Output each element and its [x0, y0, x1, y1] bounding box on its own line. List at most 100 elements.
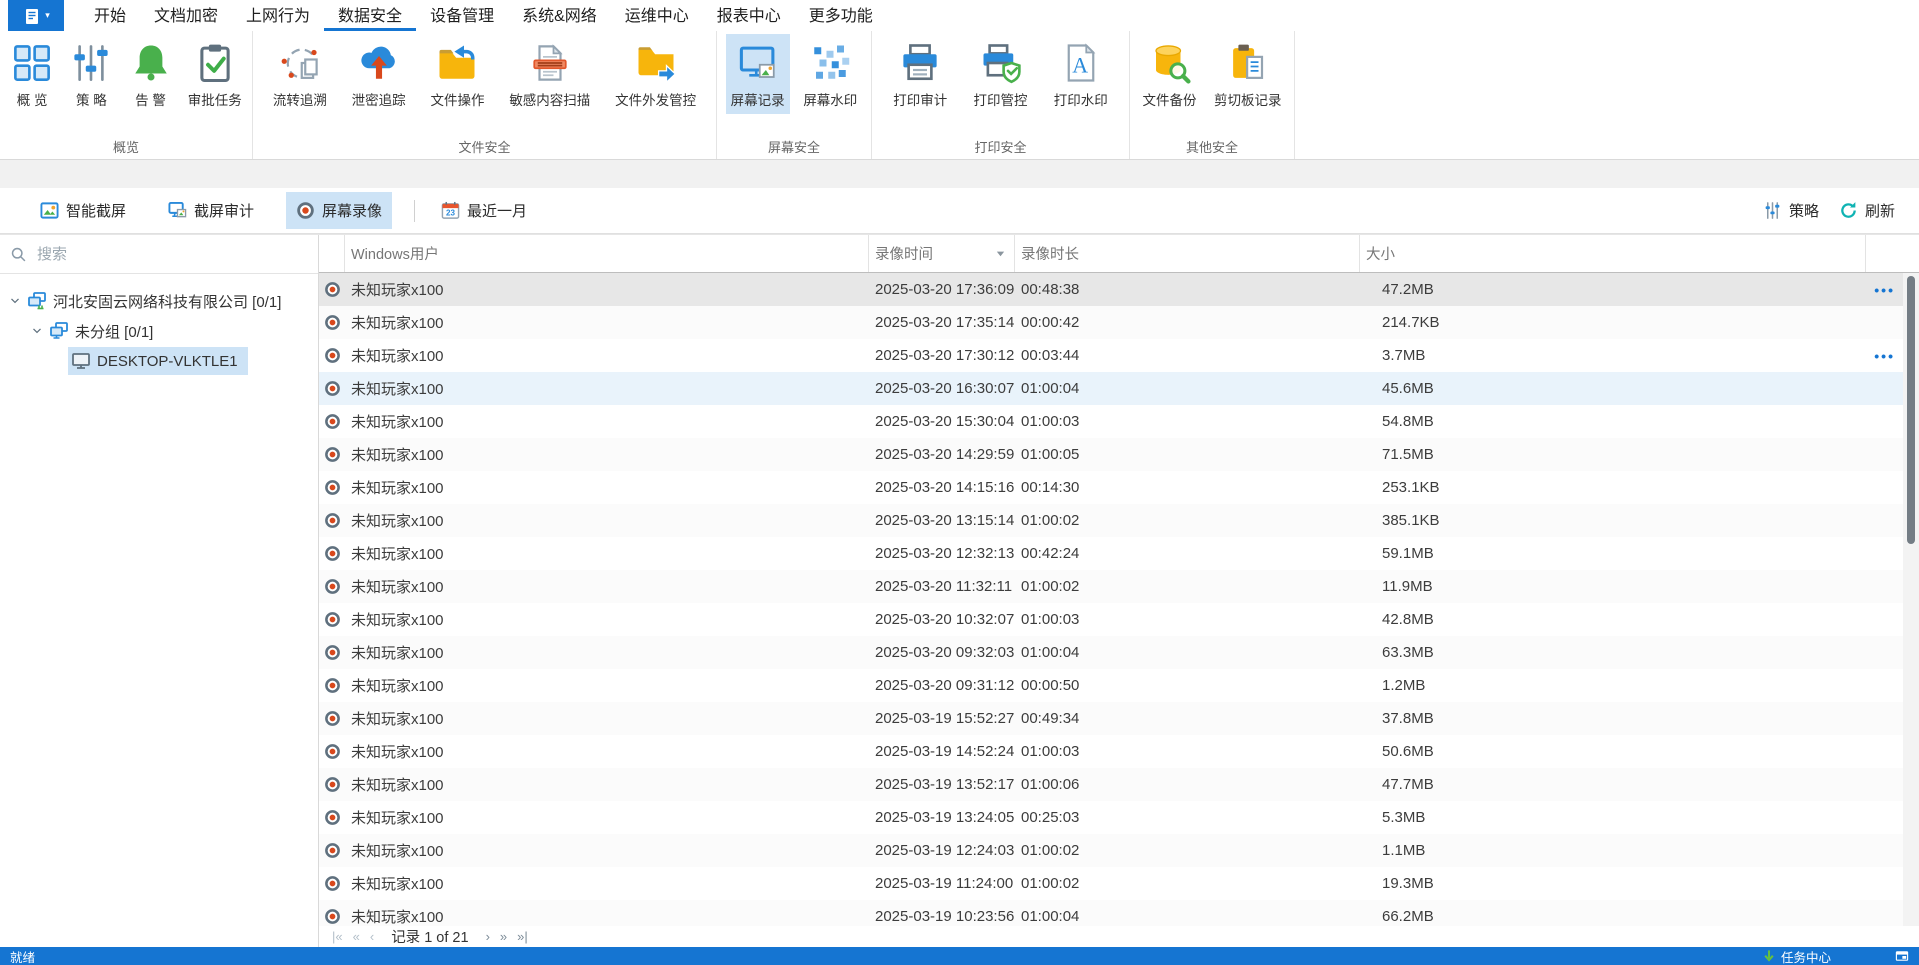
search-box[interactable] [0, 235, 318, 274]
cell-user: 未知玩家x100 [351, 744, 444, 761]
tree-row-2[interactable]: DESKTOP-VLKTLE1 [0, 346, 318, 376]
cell-size: 54.8MB [1382, 413, 1434, 430]
pagination-label: 记录 1 of 21 [391, 930, 469, 946]
ribbon-item-label: 剪切板记录 [1214, 93, 1282, 108]
pager-next-fast-button[interactable]: » [495, 930, 512, 943]
ribbon-item-label: 文件外发管控 [615, 93, 697, 108]
app-menu-button[interactable]: ▾ [8, 0, 64, 31]
task-center-button[interactable]: 任务中心 [1762, 947, 1831, 965]
toolbar-button-smart-capture[interactable]: 智能截屏 [30, 192, 136, 229]
ribbon-item-print-watermark[interactable]: A 打印水印 [1049, 34, 1113, 114]
table-row[interactable]: 未知玩家x100 2025-03-20 11:32:11 01:00:02 11.9M… [319, 570, 1919, 603]
row-actions-button[interactable]: ••• [1874, 283, 1895, 297]
policy-small-icon [1763, 201, 1782, 220]
ribbon-group-label: 屏幕安全 [767, 140, 820, 155]
table-row[interactable]: 未知玩家x100 2025-03-20 10:32:07 01:00:03 42.8M… [319, 603, 1919, 636]
ribbon-item-file-op[interactable]: 文件操作 [425, 34, 489, 114]
ribbon-item-content-scan[interactable]: 敏感内容扫描 [504, 34, 595, 114]
ribbon-item-alert[interactable]: 告 警 [124, 34, 178, 114]
table-row[interactable]: 未知玩家x100 2025-03-19 15:52:27 00:49:34 37.8M… [319, 702, 1919, 735]
table-row[interactable]: 未知玩家x100 2025-03-20 16:30:07 01:00:04 45.6M… [319, 372, 1919, 405]
table-row[interactable]: 未知玩家x100 2025-03-20 14:15:16 00:14:30 253.1… [319, 471, 1919, 504]
ribbon-item-file-backup[interactable]: 文件备份 [1138, 34, 1202, 114]
table-row[interactable]: 未知玩家x100 2025-03-19 12:24:03 01:00:02 1.1MB [319, 834, 1919, 867]
table-row[interactable]: 未知玩家x100 2025-03-20 13:15:14 01:00:02 385.1… [319, 504, 1919, 537]
ribbon-group-3: 打印审计 打印管控 A 打印水印 打印安全 [872, 31, 1130, 159]
pager-last-button[interactable]: »| [512, 930, 533, 943]
panel-icon[interactable] [1895, 949, 1909, 963]
table-row[interactable]: 未知玩家x100 2025-03-19 13:24:05 00:25:03 5.3MB [319, 801, 1919, 834]
tree-expand-toggle[interactable] [6, 292, 24, 310]
capture-audit-icon [168, 201, 187, 220]
menu-tab-0[interactable]: 开始 [80, 0, 140, 31]
tree-node-0[interactable]: 河北安固云网络科技有限公司 [0/1] [24, 287, 291, 316]
tree-node-2[interactable]: DESKTOP-VLKTLE1 [68, 347, 248, 375]
pager-prev-fast-button[interactable]: « [348, 930, 365, 943]
ribbon-item-approval[interactable]: 审批任务 [183, 34, 247, 114]
row-actions-button[interactable]: ••• [1874, 349, 1895, 363]
record-icon [319, 347, 345, 364]
toolbar-button-refresh[interactable]: 刷新 [1831, 192, 1903, 229]
table-row[interactable]: 未知玩家x100 2025-03-20 17:30:12 00:03:44 3.7MB… [319, 339, 1919, 372]
ribbon-item-print-audit[interactable]: 打印审计 [888, 34, 952, 114]
column-header-1[interactable]: 录像时间 [869, 235, 1015, 272]
cell-size: 47.2MB [1382, 281, 1434, 298]
content-scan-icon [528, 40, 572, 86]
ribbon-item-clipboard-record[interactable]: 剪切板记录 [1209, 34, 1287, 114]
table-row[interactable]: 未知玩家x100 2025-03-20 12:32:13 00:42:24 59.1M… [319, 537, 1919, 570]
vertical-scrollbar[interactable] [1903, 273, 1919, 926]
menu-tab-8[interactable]: 更多功能 [795, 0, 887, 31]
table-row[interactable]: 未知玩家x100 2025-03-20 09:31:12 00:00:50 1.2MB [319, 669, 1919, 702]
scrollbar-thumb[interactable] [1907, 276, 1915, 544]
tree-row-0[interactable]: 河北安固云网络科技有限公司 [0/1] [0, 286, 318, 316]
ribbon-item-policy[interactable]: 策 略 [64, 34, 118, 114]
menu-tab-3[interactable]: 数据安全 [324, 0, 417, 31]
cell-user: 未知玩家x100 [351, 909, 444, 926]
ribbon-item-label: 审批任务 [187, 93, 242, 108]
cell-duration: 01:00:04 [1021, 908, 1080, 925]
ribbon-item-screen-watermark[interactable]: 屏幕水印 [798, 34, 862, 114]
column-header-2[interactable]: 录像时长 [1015, 235, 1360, 272]
menu-tab-1[interactable]: 文档加密 [140, 0, 232, 31]
ribbon-item-leak[interactable]: 泄密追踪 [347, 34, 411, 114]
status-bar-right: 任务中心 [1762, 947, 1909, 965]
tree-node-1[interactable]: 未分组 [0/1] [46, 317, 163, 346]
column-header-0[interactable]: Windows用户 [345, 235, 869, 272]
cell-size: 385.1KB [1382, 512, 1440, 529]
table-row[interactable]: 未知玩家x100 2025-03-20 15:30:04 01:00:03 54.8M… [319, 405, 1919, 438]
table-row[interactable]: 未知玩家x100 2025-03-20 14:29:59 01:00:05 71.5M… [319, 438, 1919, 471]
table-row[interactable]: 未知玩家x100 2025-03-20 17:35:14 00:00:42 214.7… [319, 306, 1919, 339]
ribbon-item-file-out[interactable]: 文件外发管控 [610, 34, 701, 114]
pager-next-button[interactable]: › [481, 930, 495, 943]
table-row[interactable]: 未知玩家x100 2025-03-20 17:36:09 00:48:38 47.2M… [319, 273, 1919, 306]
tree-row-1[interactable]: 未分组 [0/1] [0, 316, 318, 346]
cell-time: 2025-03-20 17:30:12 [875, 347, 1015, 364]
pager-first-button[interactable]: |« [327, 930, 348, 943]
toolbar-button-capture-audit[interactable]: 截屏审计 [158, 192, 264, 229]
toolbar-button-record[interactable]: 屏幕录像 [286, 192, 393, 229]
cell-size: 50.6MB [1382, 743, 1434, 760]
search-input[interactable] [35, 244, 308, 264]
toolbar-button-policy-small[interactable]: 策略 [1755, 192, 1827, 229]
table-row[interactable]: 未知玩家x100 2025-03-19 13:52:17 01:00:06 47.7M… [319, 768, 1919, 801]
menu-tab-7[interactable]: 报表中心 [703, 0, 795, 31]
file-backup-icon [1148, 40, 1192, 86]
ribbon-item-overview[interactable]: 概 览 [5, 34, 59, 114]
column-header-3[interactable]: 大小 [1360, 235, 1866, 272]
ribbon-item-screen-record[interactable]: 屏幕记录 [725, 34, 790, 114]
tree-expand-toggle[interactable] [28, 322, 46, 340]
pager-prev-button[interactable]: ‹ [365, 930, 379, 943]
table-row[interactable]: 未知玩家x100 2025-03-20 09:32:03 01:00:04 63.3M… [319, 636, 1919, 669]
menu-tab-2[interactable]: 上网行为 [232, 0, 324, 31]
ribbon-item-trace[interactable]: 流转追溯 [268, 34, 332, 114]
menu-tab-5[interactable]: 系统&网络 [508, 0, 611, 31]
menu-tab-4[interactable]: 设备管理 [416, 0, 508, 31]
toolbar-button-calendar-23[interactable]: 23 最近一月 [431, 192, 537, 229]
menu-tab-6[interactable]: 运维中心 [611, 0, 703, 31]
table-row[interactable]: 未知玩家x100 2025-03-19 14:52:24 01:00:03 50.6M… [319, 735, 1919, 768]
table-row[interactable]: 未知玩家x100 2025-03-19 10:23:56 01:00:04 66.2M… [319, 900, 1919, 926]
ribbon-item-print-control[interactable]: 打印管控 [969, 34, 1033, 114]
sort-down-icon[interactable] [995, 248, 1008, 259]
table-row[interactable]: 未知玩家x100 2025-03-19 11:24:00 01:00:02 19.3M… [319, 867, 1919, 900]
group-icon [49, 321, 69, 341]
